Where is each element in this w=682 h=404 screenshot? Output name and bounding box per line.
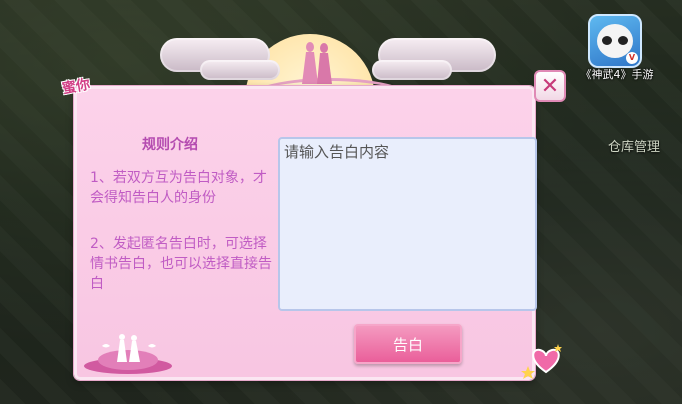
game-app-icon[interactable]: V [588, 14, 642, 68]
heart-icon [521, 344, 562, 379]
app-caption: 《神武4》手游 [580, 68, 654, 81]
close-button[interactable]: ✕ [534, 70, 566, 102]
warehouse-label[interactable]: 仓库管理 [608, 136, 660, 155]
cloud-right-small-icon [372, 60, 452, 80]
confess-button[interactable]: 告白 [354, 324, 462, 364]
rules-heading: 规则介绍 [142, 137, 198, 153]
close-icon: ✕ [540, 74, 560, 99]
couple-emblem-icon [84, 334, 172, 374]
couple-silhouette-icon [302, 42, 332, 84]
confession-message-input[interactable] [278, 137, 537, 311]
rule-item: 2、发起匿名告白时，可选择情书告白，也可以选择直接告白 [90, 236, 272, 292]
version-badge-icon: V [626, 52, 638, 64]
rule-item: 1、若双方互为告白对象，才会得知告白人的身份 [90, 170, 267, 206]
cloud-left-small-icon [200, 60, 280, 80]
